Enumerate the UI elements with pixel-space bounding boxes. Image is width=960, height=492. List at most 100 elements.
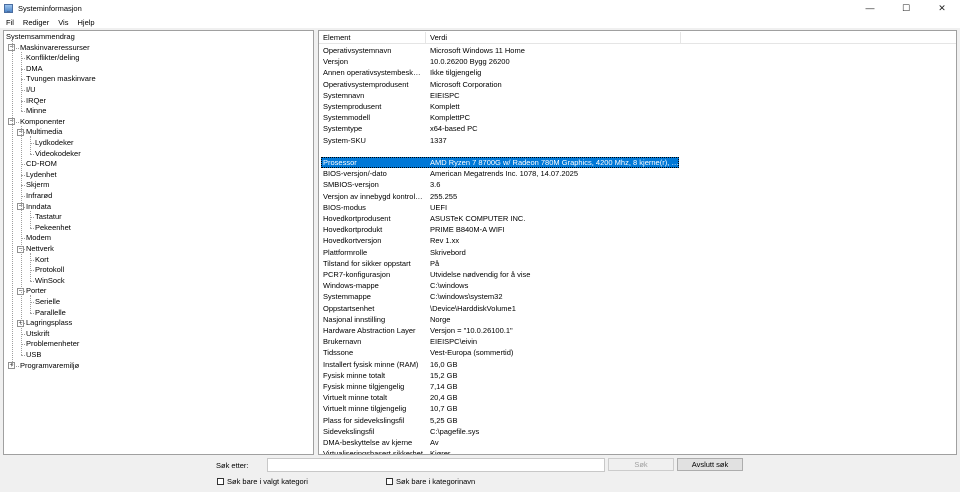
search-category-names-checkbox[interactable] — [386, 478, 393, 485]
list-row[interactable]: BIOS-versjon/-dato American Megatrends In… — [319, 168, 956, 179]
element-cell: Virtualiseringsbasert sikkerhet — [323, 449, 423, 455]
element-cell: Versjon av innebygd kontroller — [323, 191, 423, 201]
list-row[interactable]: Prosessor AMD Ryzen 7 8700G w/ Radeon 780… — [319, 157, 956, 168]
column-divider[interactable] — [680, 32, 681, 43]
list-row[interactable]: Fysisk minne totalt 15,2 GB — [319, 370, 956, 381]
list-row[interactable]: Virtuelt minne totalt 20,4 GB — [319, 392, 956, 403]
list-row[interactable]: Tidssone Vest-Europa (sommertid) — [319, 347, 956, 358]
value-cell: Skrivebord — [430, 247, 466, 257]
menu-help[interactable]: Hjelp — [74, 18, 97, 27]
list-row[interactable]: Nasjonal innstilling Norge — [319, 314, 956, 325]
tree-connector — [21, 125, 22, 355]
tree-connector — [12, 41, 13, 366]
search-input[interactable] — [267, 458, 605, 472]
tree-item[interactable]: Utskrift — [26, 329, 49, 339]
list-row[interactable]: Virtuelt minne tilgjengelig 10,7 GB — [319, 403, 956, 414]
end-search-button[interactable]: Avslutt søk — [677, 458, 743, 471]
list-row[interactable]: Tilstand for sikker oppstart På — [319, 258, 956, 269]
tree-item[interactable]: CD-ROM — [26, 159, 57, 169]
list-row[interactable]: Hovedkortprodusent ASUSTeK COMPUTER INC. — [319, 213, 956, 224]
list-row[interactable]: Hovedkortprodukt PRIME B840M-A WIFI — [319, 224, 956, 235]
list-row[interactable]: Annen operativsystembeskrivel... Ikke til… — [319, 67, 956, 78]
tree-item[interactable]: Komponenter — [20, 117, 65, 127]
search-selected-category-checkbox[interactable] — [217, 478, 224, 485]
tree-item[interactable]: USB — [26, 350, 41, 360]
close-button[interactable]: ✕ — [924, 0, 960, 16]
element-cell: Prosessor — [323, 158, 357, 167]
tree-item[interactable]: Skjerm — [26, 180, 49, 190]
tree-item[interactable]: WinSock — [35, 276, 65, 286]
tree-item[interactable]: DMA — [26, 64, 43, 74]
tree-item[interactable]: Infrarød — [26, 191, 52, 201]
tree-item[interactable]: Lydkodeker — [35, 138, 74, 148]
tree-item[interactable]: Programvaremiljø — [20, 361, 79, 371]
minimize-button[interactable]: — — [852, 0, 888, 16]
search-selected-category-label: Søk bare i valgt kategori — [227, 477, 308, 486]
column-header-value[interactable]: Verdi — [426, 31, 676, 44]
list-row[interactable]: Systemmodell KomplettPC — [319, 112, 956, 123]
list-row[interactable]: Systemnavn EIEISPC — [319, 90, 956, 101]
tree-item[interactable]: Tvungen maskinvare — [26, 74, 96, 84]
tree-connector — [30, 295, 31, 313]
tree-item[interactable]: Maskinvareressurser — [20, 43, 90, 53]
tree-item[interactable]: IRQer — [26, 96, 46, 106]
list-row[interactable]: Installert fysisk minne (RAM) 16,0 GB — [319, 359, 956, 370]
tree-item[interactable]: Protokoll — [35, 265, 64, 275]
tree-item[interactable]: Modem — [26, 233, 51, 243]
category-tree[interactable]: Systemsammendrag Maskinvareressurser − Konf… — [3, 30, 314, 455]
list-row[interactable]: SMBIOS-versjon 3.6 — [319, 179, 956, 190]
tree-item[interactable]: Konflikter/deling — [26, 53, 79, 63]
list-row[interactable]: Plass for sidevekslingsfil 5,25 GB — [319, 415, 956, 426]
tree-item[interactable]: Pekeenhet — [35, 223, 71, 233]
list-row[interactable]: System-SKU 1337 — [319, 135, 956, 146]
menu-view[interactable]: Vis — [55, 18, 71, 27]
list-row[interactable]: Versjon av innebygd kontroller 255.255 — [319, 191, 956, 202]
tree-item[interactable]: Minne — [26, 106, 46, 116]
list-row[interactable]: Operativsystemnavn Microsoft Windows 11 H… — [319, 45, 956, 56]
value-cell: 20,4 GB — [430, 393, 458, 403]
list-row[interactable]: Operativsystemprodusent Microsoft Corpora… — [319, 79, 956, 90]
tree-item[interactable]: Kort — [35, 255, 49, 265]
list-row[interactable]: Systemmappe C:\windows\system32 — [319, 291, 956, 302]
tree-item[interactable]: Videokodeker — [35, 149, 81, 159]
tree-item[interactable]: Serielle — [35, 297, 60, 307]
search-button[interactable]: Søk — [608, 458, 674, 471]
tree-item[interactable]: Lydenhet — [26, 170, 57, 180]
list-row[interactable]: Systemtype x64-based PC — [319, 123, 956, 134]
menu-edit[interactable]: Rediger — [20, 18, 52, 27]
search-selected-category-option[interactable]: Søk bare i valgt kategori — [217, 477, 308, 486]
list-row[interactable]: DMA-beskyttelse av kjerne Av — [319, 437, 956, 448]
menu-file[interactable]: Fil — [3, 18, 17, 27]
tree-item[interactable]: Lagringsplass — [26, 318, 72, 328]
tree-connector — [30, 312, 34, 314]
list-row[interactable]: Oppstartsenhet \Device\HarddiskVolume1 — [319, 303, 956, 314]
list-row[interactable]: Sidevekslingsfil C:\pagefile.sys — [319, 426, 956, 437]
list-row[interactable]: Fysisk minne tilgjengelig 7,14 GB — [319, 381, 956, 392]
list-row[interactable]: PCR7-konfigurasjon Utvidelse nødvendig fo… — [319, 269, 956, 280]
list-row[interactable]: Hovedkortversjon Rev 1.xx — [319, 235, 956, 246]
tree-item[interactable]: Problemenheter — [26, 339, 79, 349]
details-list[interactable]: Element Verdi Operativsystemnavn Microsof… — [318, 30, 957, 455]
list-row[interactable]: Windows-mappe C:\windows — [319, 280, 956, 291]
tree-connector — [21, 51, 22, 112]
value-cell: 7,14 GB — [430, 382, 458, 391]
tree-item[interactable]: I/U — [26, 85, 36, 95]
list-row[interactable] — [319, 146, 956, 157]
maximize-button[interactable]: ☐ — [888, 0, 924, 16]
list-row[interactable]: Systemprodusent Komplett — [319, 101, 956, 112]
list-row[interactable]: Hardware Abstraction Layer Versjon = "10.… — [319, 325, 956, 336]
list-row[interactable]: Brukernavn EIEISPC\eivin — [319, 336, 956, 347]
list-row[interactable]: BIOS-modus UEFI — [319, 202, 956, 213]
tree-item[interactable]: Parallelle — [35, 308, 66, 318]
value-cell: Av — [430, 438, 439, 447]
list-row[interactable]: Virtualiseringsbasert sikkerhet Kjører — [319, 448, 956, 455]
column-header-element[interactable]: Element — [319, 31, 425, 44]
search-category-names-option[interactable]: Søk bare i kategorinavn — [386, 477, 475, 486]
tree-item[interactable]: Systemsammendrag — [6, 32, 75, 42]
list-row[interactable]: Plattformrolle Skrivebord — [319, 247, 956, 258]
element-cell: System-SKU — [323, 135, 366, 145]
tree-item[interactable]: Tastatur — [35, 212, 62, 222]
tree-item[interactable]: Multimedia — [26, 127, 62, 137]
tree-connector — [30, 136, 31, 154]
list-row[interactable]: Versjon 10.0.26200 Bygg 26200 — [319, 56, 956, 67]
